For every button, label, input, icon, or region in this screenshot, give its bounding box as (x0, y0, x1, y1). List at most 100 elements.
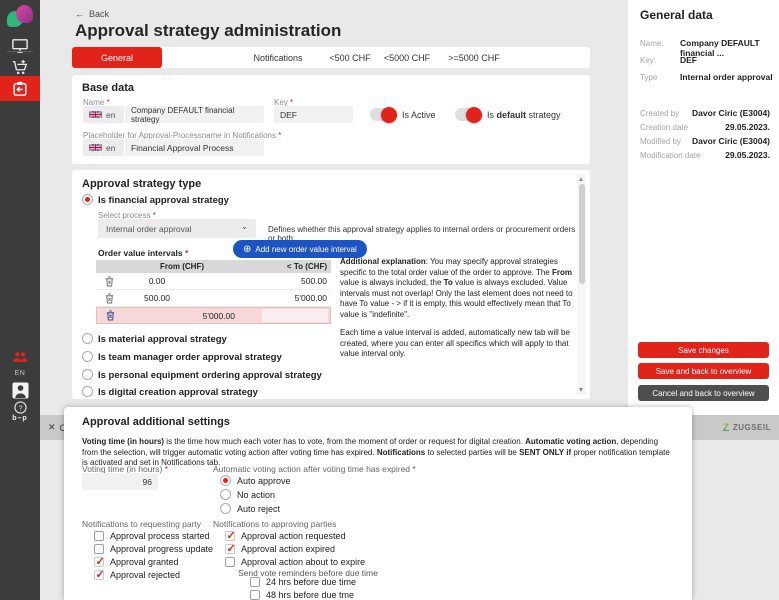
radio-digital-creation-strategy[interactable] (82, 386, 93, 397)
back-arrow-icon: ← (75, 9, 84, 19)
tab-bar: General Notifications <500 CHF <5000 CHF… (72, 47, 590, 68)
back-link[interactable]: ← Back (75, 9, 109, 19)
is-active-label: Is Active (402, 110, 436, 120)
personal-equipment-strategy-label: Is personal equipment ordering approval … (98, 370, 322, 381)
plus-circle-icon: ⊕ (243, 244, 251, 255)
explanation-paragraph-2: Each time a value interval is added, aut… (340, 328, 576, 360)
checkbox-process-started[interactable] (94, 531, 104, 541)
brand-logo: Z ZUGSEIL (723, 422, 771, 434)
sidebar-item-help[interactable]: ? (0, 399, 40, 415)
sidebar-item-profile[interactable] (0, 380, 40, 400)
sidebar-item-approvals[interactable] (0, 76, 40, 101)
col-to: < To (CHF) (242, 262, 331, 271)
gd-key-value: DEF (680, 55, 697, 65)
tab-lt5000[interactable]: <5000 CHF (376, 47, 438, 68)
checkbox-approval-granted[interactable] (94, 557, 104, 567)
checkbox-action-expired[interactable] (225, 544, 235, 554)
sidebar-item-users[interactable] (0, 348, 40, 366)
interval-from-input[interactable]: 5'000.00 (123, 311, 243, 321)
chevron-down-icon: ⌄ (241, 221, 248, 232)
action-expired-option[interactable]: Approval action expired (225, 544, 335, 554)
scroll-up-icon[interactable] (579, 177, 583, 181)
users-icon (12, 351, 28, 363)
checkbox-approval-rejected[interactable] (94, 570, 104, 580)
name-language-chip[interactable]: en (83, 106, 124, 123)
uk-flag-icon (89, 110, 102, 119)
auto-approve-option[interactable]: Auto approve (220, 475, 291, 486)
is-active-toggle[interactable] (370, 108, 396, 121)
action-requested-option[interactable]: Approval action requested (225, 531, 346, 541)
process-select[interactable]: Internal order approval ⌄ (98, 219, 256, 238)
placeholder-language-code: en (106, 143, 115, 153)
brand-name: ZUGSEIL (733, 423, 771, 432)
scrollbar-thumb[interactable] (579, 184, 585, 284)
checkbox-action-about-to-expire[interactable] (225, 557, 235, 567)
interval-to: 500.00 (242, 276, 331, 286)
radio-auto-approve[interactable] (220, 475, 231, 486)
tab-gte5000[interactable]: >=5000 CHF (438, 47, 510, 68)
sidebar-divider (7, 51, 33, 52)
approval-rejected-option[interactable]: Approval rejected (94, 570, 180, 580)
delete-interval-icon[interactable] (96, 293, 122, 304)
close-icon: ✕ (48, 422, 56, 433)
language-indicator[interactable]: EN (0, 370, 40, 377)
placeholder-language-chip[interactable]: en (83, 139, 124, 156)
radio-personal-equipment-strategy[interactable] (82, 369, 93, 380)
col-from: From (CHF) (122, 262, 242, 271)
voting-time-input[interactable]: 96 (82, 473, 158, 490)
radio-auto-reject[interactable] (220, 503, 231, 514)
save-changes-button[interactable]: Save changes (638, 342, 769, 358)
cart-plus-icon (11, 59, 29, 76)
sidebar: EN ? b–p (0, 0, 40, 600)
cancel-back-button[interactable]: Cancel and back to overview (638, 385, 769, 401)
add-interval-button[interactable]: ⊕ Add new order value interval (233, 240, 367, 258)
base-data-title: Base data (82, 82, 134, 94)
scroll-down-icon[interactable] (579, 388, 583, 392)
interval-row-editing: 5'000.00 (96, 307, 331, 324)
back-label: Back (89, 9, 109, 19)
svg-text:?: ? (18, 403, 22, 412)
reminder-24h-option[interactable]: 24 hrs before due time (250, 577, 356, 587)
radio-team-manager-strategy[interactable] (82, 351, 93, 362)
approving-parties-label: Notifications to approving parties (213, 519, 336, 529)
tab-general[interactable]: General (72, 47, 162, 68)
gd-createdby-value: Davor Ciric (E3004) (692, 108, 770, 118)
name-language-code: en (106, 110, 115, 120)
intervals-table-header: From (CHF) < To (CHF) (96, 260, 331, 273)
delete-interval-icon[interactable] (97, 310, 123, 321)
financial-strategy-label: Is financial approval strategy (98, 195, 229, 206)
interval-to-input[interactable] (262, 309, 328, 322)
gd-modificationdate-label: Modification date (640, 151, 700, 160)
checkbox-action-requested[interactable] (225, 531, 235, 541)
radio-financial-strategy[interactable] (82, 194, 93, 205)
page-title: Approval strategy administration (75, 21, 341, 41)
gd-creationdate-value: 29.05.2023. (725, 122, 770, 132)
requesting-party-label: Notifications to requesting party (82, 519, 201, 529)
partner-wordmark-logo: b–p (6, 415, 34, 422)
tab-notifications[interactable]: Notifications (232, 47, 324, 68)
key-input[interactable]: DEF (274, 106, 353, 123)
approval-progress-update-option[interactable]: Approval progress update (94, 544, 213, 554)
no-action-option[interactable]: No action (220, 489, 275, 500)
approval-process-started-option[interactable]: Approval process started (94, 531, 210, 541)
delete-interval-icon[interactable] (96, 276, 122, 287)
checkbox-reminder-48h[interactable] (250, 590, 260, 600)
auto-reject-option[interactable]: Auto reject (220, 503, 280, 514)
placeholder-input[interactable]: Financial Approval Process (125, 139, 264, 156)
intervals-explanation: Additional explanation: You may specify … (340, 257, 576, 360)
reminder-48h-option[interactable]: 48 hrs before due tme (250, 590, 354, 600)
name-input[interactable]: Company DEFAULT financial strategy (125, 106, 264, 123)
card-scrollbar[interactable] (577, 174, 586, 395)
radio-no-action[interactable] (220, 489, 231, 500)
interval-row: 0.00 500.00 (96, 273, 331, 290)
clipboard-arrow-icon (12, 81, 28, 97)
approval-granted-option[interactable]: Approval granted (94, 557, 179, 567)
app-logo (7, 5, 33, 29)
tab-lt500[interactable]: <500 CHF (324, 47, 376, 68)
radio-material-strategy[interactable] (82, 333, 93, 344)
is-default-toggle[interactable] (455, 108, 481, 121)
checkbox-reminder-24h[interactable] (250, 577, 260, 587)
checkbox-progress-update[interactable] (94, 544, 104, 554)
action-about-to-expire-option[interactable]: Approval action about to expire (225, 557, 365, 567)
save-back-button[interactable]: Save and back to overview (638, 363, 769, 379)
